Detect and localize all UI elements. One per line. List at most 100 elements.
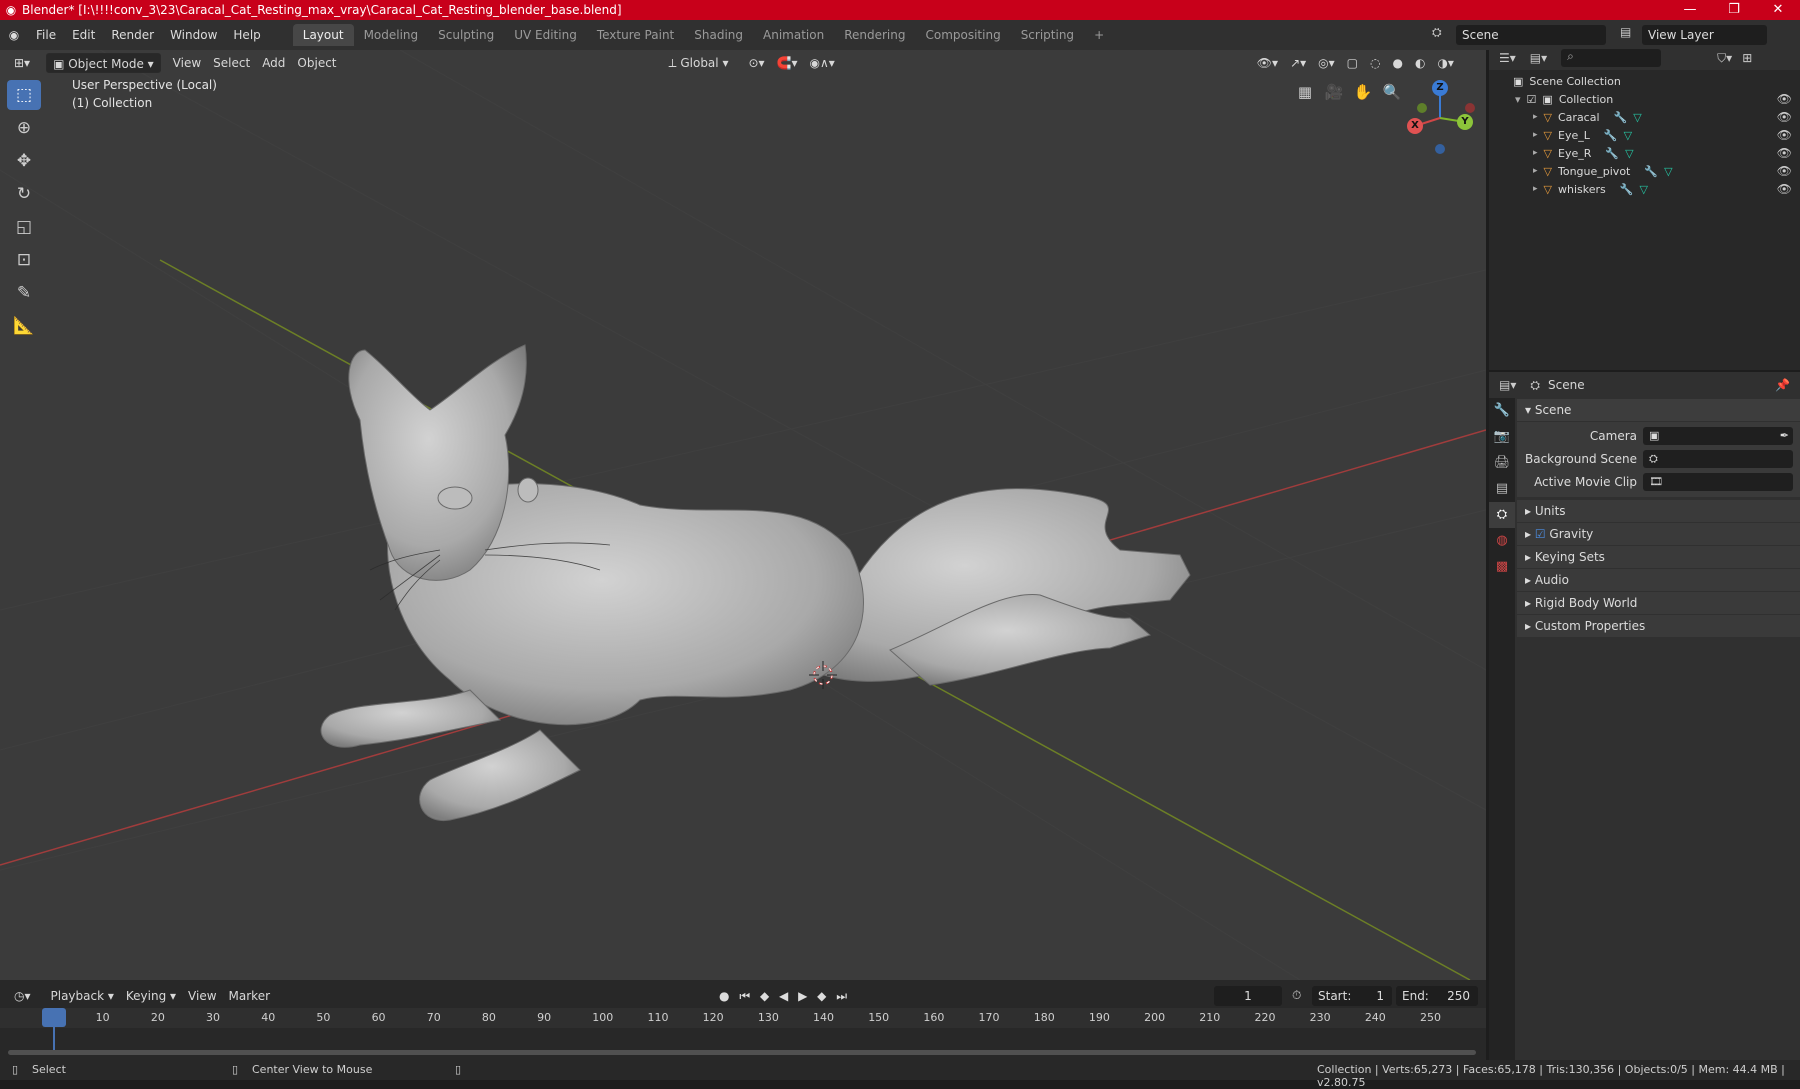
expand-arrow-icon[interactable]: ▸	[1533, 112, 1538, 122]
gravity-panel[interactable]: ▸ ☑ Gravity	[1517, 523, 1800, 545]
viewport-menu-view[interactable]: View	[167, 53, 207, 73]
shading-wireframe-icon[interactable]: ◌	[1364, 53, 1386, 73]
eye-icon[interactable]: 👁	[1777, 182, 1792, 196]
eye-icon[interactable]: 👁	[1777, 146, 1792, 160]
tab-scripting[interactable]: Scripting	[1011, 24, 1084, 46]
active-movie-clip-field[interactable]: 🎞	[1643, 473, 1793, 491]
outliner-editor-icon[interactable]: ☰▾	[1499, 51, 1516, 65]
tab-uv-editing[interactable]: UV Editing	[504, 24, 587, 46]
tab-modeling[interactable]: Modeling	[354, 24, 429, 46]
scene-selector[interactable]: Scene	[1456, 25, 1606, 45]
menu-render[interactable]: Render	[103, 28, 162, 42]
outliner-row-object[interactable]: ▸ ▽ whiskers 🔧 ▽ 👁	[1489, 180, 1800, 198]
outliner-search-input[interactable]: ⌕	[1561, 49, 1662, 67]
tab-rendering[interactable]: Rendering	[834, 24, 915, 46]
pin-icon[interactable]: 📌	[1775, 378, 1790, 392]
tab-sculpting[interactable]: Sculpting	[428, 24, 504, 46]
select-box-icon[interactable]: ⬚	[7, 80, 41, 110]
custom-properties-panel[interactable]: ▸ Custom Properties	[1517, 615, 1800, 637]
tab-layout[interactable]: Layout	[292, 24, 354, 46]
outliner-row-scene-collection[interactable]: ▣ Scene Collection	[1489, 72, 1800, 90]
annotate-icon[interactable]: ✎	[7, 278, 41, 308]
menu-help[interactable]: Help	[225, 28, 268, 42]
start-frame-field[interactable]: Start: 1	[1312, 986, 1392, 1006]
expand-arrow-icon[interactable]: ▸	[1533, 130, 1538, 140]
timeline-menu-marker[interactable]: Marker	[223, 986, 276, 1006]
world-tab-icon[interactable]: ◍	[1489, 528, 1515, 554]
rigid-body-world-panel[interactable]: ▸ Rigid Body World	[1517, 592, 1800, 614]
overlay-toggle-icon[interactable]: ◎▾	[1312, 53, 1341, 73]
display-mode-icon[interactable]: ▤▾	[1530, 51, 1547, 65]
view-layer-tab-icon[interactable]: ▤	[1489, 476, 1515, 502]
units-panel[interactable]: ▸ Units	[1517, 500, 1800, 522]
shading-rendered-icon[interactable]: ◑▾	[1431, 53, 1460, 73]
camera-view-icon[interactable]: 🎥	[1322, 80, 1346, 104]
play-icon[interactable]: ▶	[798, 989, 807, 1003]
gizmo-y-icon[interactable]: Y	[1457, 114, 1473, 130]
end-frame-field[interactable]: End: 250	[1396, 986, 1478, 1006]
outliner-row-object[interactable]: ▸ ▽ Eye_L 🔧 ▽ 👁	[1489, 126, 1800, 144]
visibility-icon[interactable]: 👁▾	[1251, 53, 1284, 73]
texture-tab-icon[interactable]: ▩	[1489, 554, 1515, 580]
eyedropper-icon[interactable]: ✒	[1780, 425, 1789, 447]
outliner-row-collection[interactable]: ▾ ☑ ▣ Collection 👁	[1489, 90, 1800, 108]
new-collection-icon[interactable]: ⊞	[1742, 51, 1752, 65]
gizmo-x-icon[interactable]: X	[1407, 118, 1423, 134]
rotate-icon[interactable]: ↻	[7, 179, 41, 209]
eye-icon[interactable]: 👁	[1777, 164, 1792, 178]
outliner-row-object[interactable]: ▸ ▽ Caracal 🔧 ▽ 👁	[1489, 108, 1800, 126]
shading-material-icon[interactable]: ◐	[1409, 53, 1431, 73]
add-workspace-button[interactable]: +	[1084, 24, 1114, 46]
filter-icon[interactable]: ⛉▾	[1717, 51, 1732, 66]
frame-ruler[interactable]: 1102030405060708090100110120130140150160…	[0, 1008, 1486, 1053]
close-button[interactable]: ✕	[1756, 0, 1800, 20]
transform-orientation-selector[interactable]: ⟂ Global ▾	[663, 53, 735, 73]
snap-icon[interactable]: 🧲▾	[771, 53, 804, 73]
viewport-menu-add[interactable]: Add	[256, 53, 291, 73]
tool-tab-icon[interactable]: 🔧	[1489, 398, 1515, 424]
expand-arrow-icon[interactable]: ▸	[1533, 166, 1538, 176]
proportional-edit-icon[interactable]: ◉∧▾	[804, 53, 841, 73]
menu-window[interactable]: Window	[162, 28, 225, 42]
gravity-checkbox[interactable]: ☑	[1535, 527, 1550, 541]
tab-texture-paint[interactable]: Texture Paint	[587, 24, 684, 46]
expand-arrow-icon[interactable]: ▾	[1515, 93, 1521, 106]
menu-edit[interactable]: Edit	[64, 28, 103, 42]
tab-compositing[interactable]: Compositing	[915, 24, 1010, 46]
viewport-menu-select[interactable]: Select	[207, 53, 256, 73]
gizmo-z-icon[interactable]: Z	[1432, 80, 1448, 96]
eye-icon[interactable]: 👁	[1777, 110, 1792, 124]
output-tab-icon[interactable]: 🖨	[1489, 450, 1515, 476]
mode-selector[interactable]: ▣ Object Mode ▾	[46, 53, 161, 73]
toggle-perspective-icon[interactable]: ▦	[1293, 80, 1317, 104]
properties-editor-icon[interactable]: ▤▾	[1499, 378, 1516, 392]
render-tab-icon[interactable]: 📷	[1489, 424, 1515, 450]
keying-sets-panel[interactable]: ▸ Keying Sets	[1517, 546, 1800, 568]
outliner-row-object[interactable]: ▸ ▽ Eye_R 🔧 ▽ 👁	[1489, 144, 1800, 162]
stopwatch-icon[interactable]: ⏱	[1292, 988, 1301, 1003]
eye-icon[interactable]: 👁	[1777, 128, 1792, 142]
timeline-menu-view[interactable]: View	[182, 986, 222, 1006]
viewport-menu-object[interactable]: Object	[291, 53, 342, 73]
prev-keyframe-icon[interactable]: ◆	[760, 989, 769, 1003]
timeline-scrollbar[interactable]	[8, 1050, 1476, 1055]
scene-tab-icon[interactable]: ⛭	[1489, 502, 1515, 528]
shading-solid-icon[interactable]: ●	[1386, 53, 1408, 73]
minimize-button[interactable]: —	[1668, 0, 1712, 20]
audio-panel[interactable]: ▸ Audio	[1517, 569, 1800, 591]
menu-file[interactable]: File	[28, 28, 64, 42]
current-frame-field[interactable]: 1	[1214, 986, 1282, 1006]
record-icon[interactable]: ●	[719, 989, 729, 1003]
scale-icon[interactable]: ◱	[7, 212, 41, 242]
blender-menu-icon[interactable]: ◉	[0, 28, 28, 42]
editor-type-icon[interactable]: ⊞▾	[8, 53, 36, 73]
playhead[interactable]	[42, 1008, 66, 1027]
pivot-icon[interactable]: ⊙▾	[742, 53, 770, 73]
tab-shading[interactable]: Shading	[684, 24, 753, 46]
timeline-menu-keying[interactable]: Keying ▾	[120, 986, 182, 1006]
next-keyframe-icon[interactable]: ◆	[817, 989, 826, 1003]
cursor-icon[interactable]: ⊕	[7, 113, 41, 143]
eye-icon[interactable]: 👁	[1777, 92, 1792, 106]
tab-animation[interactable]: Animation	[753, 24, 834, 46]
expand-arrow-icon[interactable]: ▸	[1533, 184, 1538, 194]
